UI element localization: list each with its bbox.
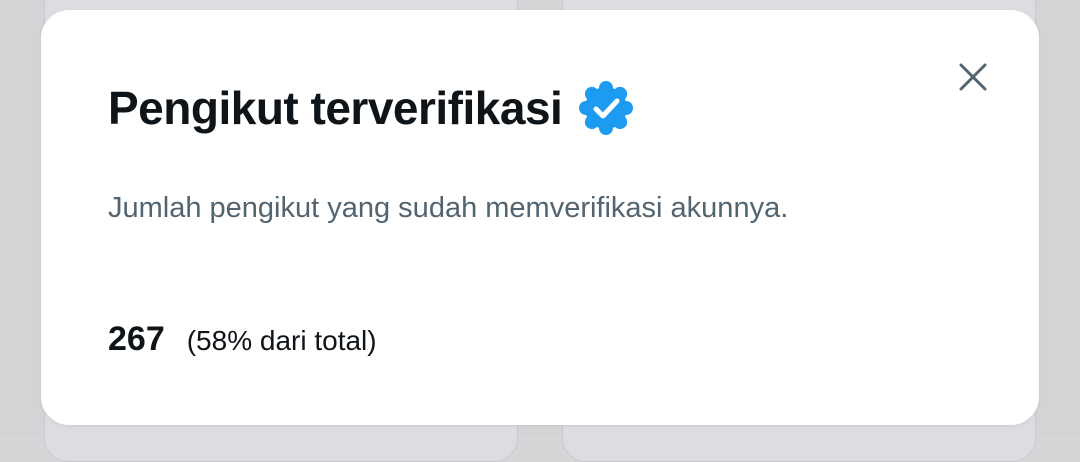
verified-badge-icon	[578, 80, 634, 136]
close-icon[interactable]	[958, 62, 988, 92]
dialog-title: Pengikut terverifikasi	[108, 82, 563, 134]
follower-stats: 267 (58% dari total)	[108, 320, 377, 359]
percent-of-total: (58% dari total)	[186, 325, 377, 356]
verified-followers-dialog: Pengikut terverifikasi Jumlah pengikut y…	[41, 10, 1039, 425]
close-button[interactable]	[951, 55, 995, 99]
dialog-header: Pengikut terverifikasi	[108, 76, 634, 140]
dialog-description: Jumlah pengikut yang sudah memverifikasi…	[108, 192, 789, 224]
verified-follower-count: 267	[108, 320, 165, 358]
